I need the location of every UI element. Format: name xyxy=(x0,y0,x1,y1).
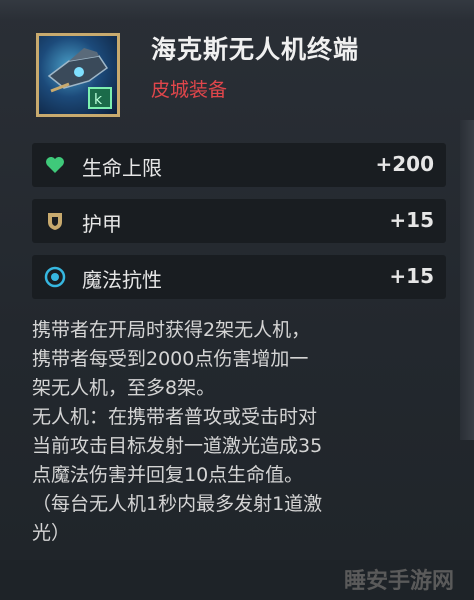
heart-icon xyxy=(46,157,64,173)
stat-label: 生命上限 xyxy=(82,156,162,180)
item-category: 皮城装备 xyxy=(151,79,228,101)
item-name: 海克斯无人机终端 xyxy=(151,35,360,64)
stat-value: +200 xyxy=(375,152,434,176)
description-line: 点魔法伤害并回复10点生命值。 xyxy=(32,464,304,486)
stat-label: 魔法抗性 xyxy=(82,268,162,292)
watermark: 睡安手游网 xyxy=(343,569,454,594)
description-line: 携带者每受到2000点伤害增加一 xyxy=(32,348,309,370)
description-line: 当前攻击目标发射一道激光造成35 xyxy=(32,435,323,457)
description-line: 架无人机，至多8架。 xyxy=(32,377,216,399)
stat-row-magic-resist: 魔法抗性 +15 xyxy=(32,255,446,299)
stat-value: +15 xyxy=(389,264,434,288)
stat-value: +15 xyxy=(389,208,434,232)
description-line: 光） xyxy=(32,522,71,544)
background-strip xyxy=(0,0,474,20)
description-line: 无人机：在携带者普攻或受击时对 xyxy=(32,406,318,428)
stat-row-health: 生命上限 +200 xyxy=(32,143,446,187)
drone-terminal-icon: k xyxy=(36,33,120,117)
stat-label: 护甲 xyxy=(82,212,122,236)
item-description: 携带者在开局时获得2架无人机， 携带者每受到2000点伤害增加一 架无人机，至多… xyxy=(32,316,450,548)
description-line: （每台无人机1秒内最多发射1道激 xyxy=(32,493,323,515)
stat-row-armor: 护甲 +15 xyxy=(32,199,446,243)
armor-shield-icon xyxy=(48,213,62,230)
background-edge xyxy=(460,120,474,440)
item-tooltip-panel: k 海克斯无人机终端 皮城装备 生命上限 +200 护甲 +15 魔法抗性 +1… xyxy=(0,0,474,560)
svg-text:k: k xyxy=(94,92,103,108)
description-line: 携带者在开局时获得2架无人机， xyxy=(32,319,311,341)
magic-resist-icon xyxy=(44,266,66,288)
